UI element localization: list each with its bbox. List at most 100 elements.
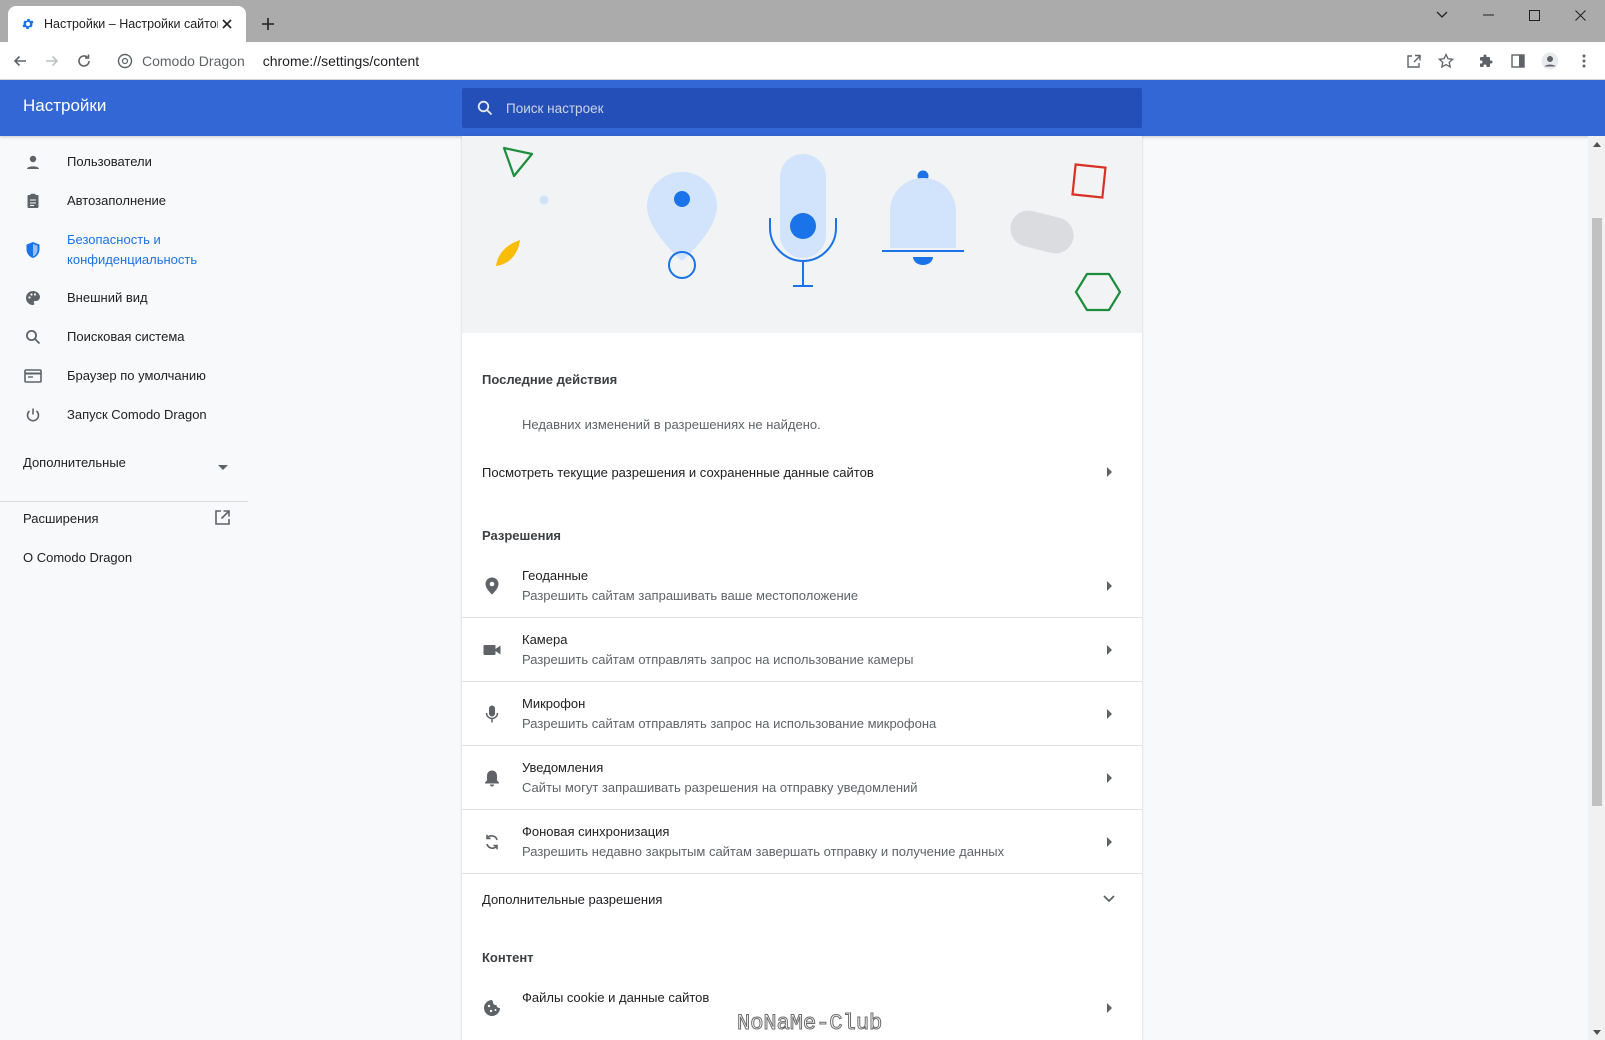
advanced-label: Дополнительные xyxy=(23,454,126,470)
reload-button[interactable] xyxy=(72,49,96,73)
scroll-up-arrow-icon[interactable] xyxy=(1592,140,1602,148)
permission-row-camera[interactable]: Камера Разрешить сайтам отправлять запро… xyxy=(462,618,1142,682)
permission-row-notifications[interactable]: Уведомления Сайты могут запрашивать разр… xyxy=(462,746,1142,810)
bell-icon xyxy=(482,768,502,788)
page-title: Настройки xyxy=(23,96,107,115)
tab-close-icon[interactable] xyxy=(218,15,236,33)
sidebar-item-about[interactable]: О Comodo Dragon xyxy=(0,545,260,569)
permission-subtitle: Разрешить сайтам отправлять запрос на ис… xyxy=(522,716,937,731)
chevron-down-icon xyxy=(1102,893,1116,905)
permission-row-background-sync[interactable]: Фоновая синхронизация Разрешить недавно … xyxy=(462,810,1142,874)
view-permissions-row[interactable]: Посмотреть текущие разрешения и сохранен… xyxy=(462,448,1142,496)
profile-avatar-icon[interactable] xyxy=(1538,49,1562,73)
content-title-cookies: Файлы cookie и данные сайтов xyxy=(522,990,710,1005)
sidebar-item-label: Безопасность и конфиденциальность xyxy=(67,232,198,267)
sidebar-divider xyxy=(0,501,248,502)
tab-title: Настройки – Настройки сайтов xyxy=(44,17,218,31)
cookie-icon xyxy=(482,998,502,1018)
browser-toolbar: Comodo Dragon chrome://settings/content xyxy=(0,42,1605,80)
extensions-label: Расширения xyxy=(23,510,99,526)
site-settings-illustration xyxy=(462,136,1142,333)
browser-tab[interactable]: Настройки – Настройки сайтов xyxy=(8,6,246,42)
browser-icon xyxy=(23,366,43,386)
scrollbar-thumb[interactable] xyxy=(1592,218,1602,806)
chevron-right-icon xyxy=(1104,708,1116,720)
sidebar-item-default-browser[interactable]: Браузер по умолчанию xyxy=(0,364,260,388)
permission-row-location[interactable]: Геоданные Разрешить сайтам запрашивать в… xyxy=(462,554,1142,618)
person-icon xyxy=(23,152,43,172)
permission-title: Геоданные xyxy=(522,568,589,583)
camera-icon xyxy=(482,640,502,660)
content-title: Контент xyxy=(482,950,534,965)
forward-button[interactable] xyxy=(40,49,64,73)
permissions-title: Разрешения xyxy=(482,528,562,543)
additional-permissions-row[interactable]: Дополнительные разрешения xyxy=(462,875,1142,923)
dropdown-arrow-icon xyxy=(218,459,228,474)
permission-title: Камера xyxy=(522,632,568,647)
sidebar-item-label: Поисковая система xyxy=(67,329,185,344)
site-settings-card: Последние действия Недавних изменений в … xyxy=(462,136,1142,1040)
back-button[interactable] xyxy=(8,49,32,73)
sidebar-item-label: Автозаполнение xyxy=(67,193,167,208)
bookmark-star-icon[interactable] xyxy=(1434,49,1458,73)
settings-sidebar: Пользователи Автозаполнение Безопасность… xyxy=(0,136,260,1040)
permission-title: Фоновая синхронизация xyxy=(522,824,670,839)
sidebar-item-extensions[interactable]: Расширения xyxy=(0,506,260,530)
sidebar-item-security[interactable]: Безопасность и конфиденциальность xyxy=(0,228,260,272)
location-pin-icon xyxy=(482,576,502,596)
sidebar-item-appearance[interactable]: Внешний вид xyxy=(0,286,260,310)
recent-activity-empty: Недавних изменений в разрешениях не найд… xyxy=(522,417,821,432)
sidebar-item-label: Пользователи xyxy=(67,154,152,169)
sidebar-item-on-startup[interactable]: Запуск Comodo Dragon xyxy=(0,403,260,427)
sidebar-item-label: Внешний вид xyxy=(67,290,148,305)
comodo-dragon-icon xyxy=(116,52,134,70)
scroll-down-arrow-icon[interactable] xyxy=(1592,1028,1602,1036)
sidebar-item-autofill[interactable]: Автозаполнение xyxy=(0,189,260,213)
menu-dots-icon[interactable] xyxy=(1572,49,1596,73)
search-input[interactable] xyxy=(506,100,1106,116)
sidebar-item-search-engine[interactable]: Поисковая система xyxy=(0,325,260,349)
extensions-puzzle-icon[interactable] xyxy=(1474,49,1498,73)
settings-gear-icon xyxy=(20,16,36,32)
power-icon xyxy=(23,405,43,425)
page-scrollbar[interactable] xyxy=(1588,136,1605,1040)
about-label: О Comodo Dragon xyxy=(23,549,133,565)
chevron-right-icon xyxy=(1104,644,1116,656)
recent-activity-title: Последние действия xyxy=(482,372,618,387)
title-bar: Настройки – Настройки сайтов xyxy=(0,0,1605,42)
chevron-right-icon xyxy=(1104,772,1116,784)
view-permissions-label: Посмотреть текущие разрешения и сохранен… xyxy=(482,464,874,480)
sidebar-item-label: Запуск Comodo Dragon xyxy=(67,407,207,422)
url-text[interactable]: chrome://settings/content xyxy=(263,53,419,69)
sync-icon xyxy=(482,832,502,852)
close-window-button[interactable] xyxy=(1557,0,1603,30)
permission-row-microphone[interactable]: Микрофон Разрешить сайтам отправлять зап… xyxy=(462,682,1142,746)
chevron-right-icon xyxy=(1104,1002,1116,1014)
sidebar-advanced-toggle[interactable]: Дополнительные xyxy=(0,450,260,474)
search-icon xyxy=(23,327,43,347)
chevron-right-icon xyxy=(1104,466,1116,478)
permission-subtitle: Сайты могут запрашивать разрешения на от… xyxy=(522,780,918,795)
settings-search[interactable] xyxy=(462,88,1142,128)
microphone-icon xyxy=(482,704,502,724)
address-bar[interactable]: Comodo Dragon chrome://settings/content xyxy=(112,47,1392,75)
search-icon xyxy=(476,99,494,117)
tab-search-button[interactable] xyxy=(1419,0,1465,30)
watermark-text: NoNaMe-Club xyxy=(736,1011,883,1037)
palette-icon xyxy=(23,288,43,308)
minimize-button[interactable] xyxy=(1465,0,1511,30)
permission-subtitle: Разрешить сайтам запрашивать ваше местоп… xyxy=(522,588,859,603)
side-panel-icon[interactable] xyxy=(1506,49,1530,73)
new-tab-button[interactable] xyxy=(256,12,280,36)
permission-subtitle: Разрешить сайтам отправлять запрос на ис… xyxy=(522,652,914,667)
share-icon[interactable] xyxy=(1402,49,1426,73)
sidebar-item-users[interactable]: Пользователи xyxy=(0,150,260,174)
chevron-right-icon xyxy=(1104,836,1116,848)
open-in-new-icon xyxy=(214,509,231,529)
chevron-right-icon xyxy=(1104,580,1116,592)
additional-permissions-label: Дополнительные разрешения xyxy=(482,891,663,907)
maximize-button[interactable] xyxy=(1511,0,1557,30)
sidebar-item-label: Браузер по умолчанию xyxy=(67,368,206,383)
permission-title: Уведомления xyxy=(522,760,604,775)
clipboard-icon xyxy=(23,191,43,211)
